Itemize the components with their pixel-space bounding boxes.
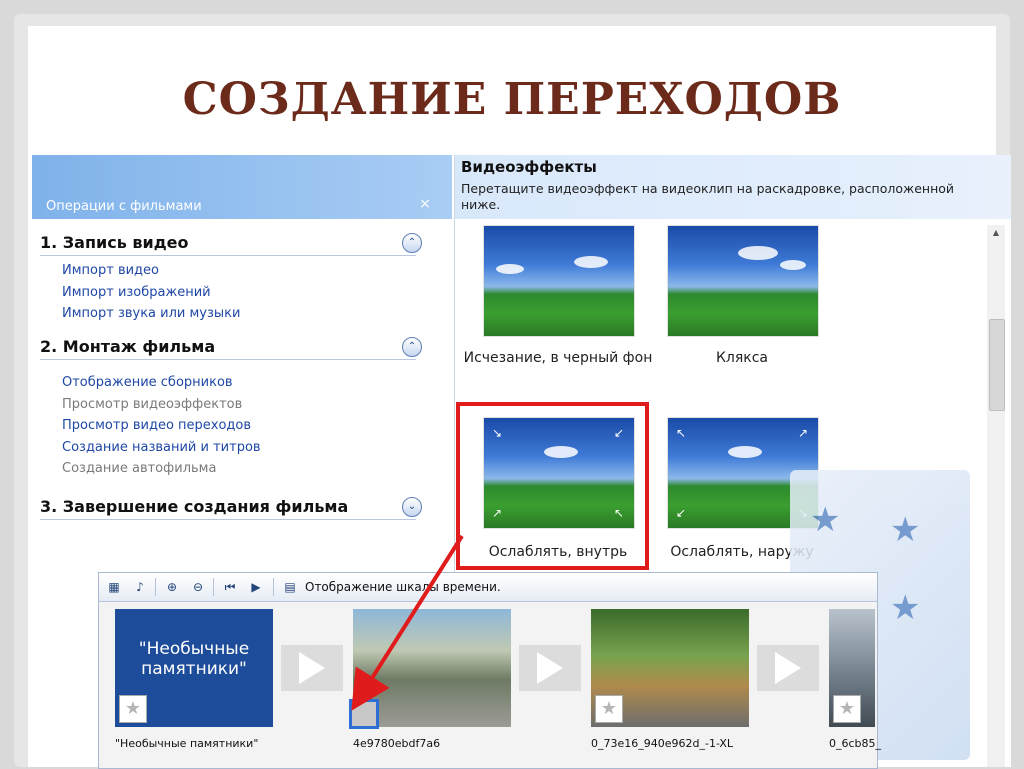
link-make-titles[interactable]: Создание названий и титров [40, 437, 416, 459]
tasks-pane-header: Операции с фильмами × [32, 155, 452, 219]
star-icon: ★ [890, 588, 921, 628]
storyboard: ▦ ♪ ⊕ ⊖ ⏮ ▶ ▤ Отображение шкалы времени.… [98, 572, 882, 769]
clip-name: 0_73e16_940e962d_-1-XL [591, 737, 734, 750]
section-title[interactable]: 3. Завершение создания фильма [40, 495, 416, 520]
tasks-pane-title: Операции с фильмами [46, 199, 202, 214]
close-icon[interactable]: × [416, 195, 434, 213]
section-edit-movie: 2. Монтаж фильма ⌃ Отображение сборников… [40, 335, 422, 480]
link-import-pictures[interactable]: Импорт изображений [40, 282, 416, 304]
collapse-icon[interactable]: ⌃ [402, 233, 422, 253]
link-import-audio[interactable]: Импорт звука или музыки [40, 303, 416, 325]
clip-name: 0_6cb85_ [829, 737, 882, 750]
effect-thumbnail [668, 226, 818, 336]
link-make-automovie[interactable]: Создание автофильма [40, 458, 416, 480]
rewind-icon[interactable]: ⏮ [221, 578, 239, 596]
effect-blot[interactable] [667, 225, 819, 337]
section-finish-movie: 3. Завершение создания фильма ⌄ [40, 495, 422, 520]
expand-icon[interactable]: ⌄ [402, 497, 422, 517]
title-clip-text: "Необычные памятники" [138, 639, 250, 679]
show-timeline-button[interactable]: Отображение шкалы времени. [305, 578, 501, 596]
section-capture-video: 1. Запись видео ⌃ Импорт видео Импорт из… [40, 231, 422, 325]
storyboard-clip-title[interactable]: "Необычные памятники" ★ [115, 609, 273, 727]
effect-slot-icon[interactable] [349, 699, 379, 729]
clip-name: 4e9780ebdf7a6 [353, 737, 441, 750]
effect-fade-to-black[interactable] [483, 225, 635, 337]
toolbar-divider [273, 578, 274, 596]
storyboard-toolbar: ▦ ♪ ⊕ ⊖ ⏮ ▶ ▤ Отображение шкалы времени. [99, 573, 877, 602]
effect-label: Клякса [715, 350, 769, 366]
transition-slot[interactable] [757, 645, 819, 691]
effect-label: Исчезание, в черный фон [463, 350, 653, 366]
collapse-icon[interactable]: ⌃ [402, 337, 422, 357]
link-view-video-transitions[interactable]: Просмотр видео переходов [40, 415, 416, 437]
clip-name: "Необычные памятники" [115, 737, 259, 750]
storyboard-clip[interactable]: ★ [591, 609, 749, 727]
audio-levels-icon[interactable]: ♪ [131, 578, 149, 596]
effects-description: Перетащите видеоэффект на видеоклип на р… [461, 181, 955, 212]
link-show-collections[interactable]: Отображение сборников [40, 372, 416, 394]
link-view-video-effects[interactable]: Просмотр видеоэффектов [40, 394, 416, 416]
transition-slot[interactable] [281, 645, 343, 691]
effect-slot-icon[interactable]: ★ [595, 695, 623, 723]
effect-slot-icon[interactable]: ★ [119, 695, 147, 723]
effects-scrollbar[interactable]: ▲ [987, 225, 1005, 767]
star-icon: ★ [890, 510, 921, 550]
play-icon[interactable]: ▶ [247, 578, 265, 596]
effect-thumbnail [484, 226, 634, 336]
storyboard-clip[interactable]: ★ [829, 609, 875, 727]
zoom-out-icon[interactable]: ⊖ [189, 578, 207, 596]
toolbar-divider [155, 578, 156, 596]
film-icon[interactable]: ▦ [105, 578, 123, 596]
highlight-frame [456, 402, 649, 570]
section-title[interactable]: 1. Запись видео [40, 231, 416, 256]
effect-slot-icon[interactable]: ★ [833, 695, 861, 723]
zoom-in-icon[interactable]: ⊕ [163, 578, 181, 596]
scroll-thumb[interactable] [989, 319, 1005, 411]
transition-slot[interactable] [519, 645, 581, 691]
timeline-icon[interactable]: ▤ [281, 578, 299, 596]
effects-header: Видеоэффекты Перетащите видеоэффект на в… [455, 155, 1011, 219]
slide-title: СОЗДАНИЕ ПЕРЕХОДОВ [182, 74, 842, 125]
link-import-video[interactable]: Импорт видео [40, 260, 416, 282]
scroll-up-icon[interactable]: ▲ [987, 225, 1005, 241]
star-icon: ★ [810, 500, 841, 540]
effects-title: Видеоэффекты [461, 158, 597, 176]
toolbar-divider [213, 578, 214, 596]
section-title[interactable]: 2. Монтаж фильма [40, 335, 416, 360]
